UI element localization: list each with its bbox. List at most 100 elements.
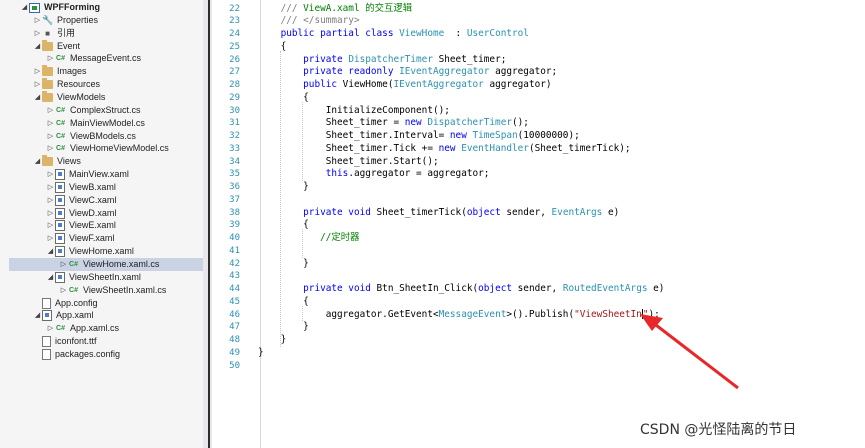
collapsed-arrow-icon[interactable]: ▷	[46, 117, 55, 130]
code-line[interactable]: }	[258, 347, 264, 360]
line-number: 45	[229, 296, 240, 307]
tree-item[interactable]: ▷ MainView.xaml	[0, 168, 203, 181]
code-line[interactable]: Sheet_timer.Start();	[258, 156, 439, 169]
tree-item[interactable]: ◢ ViewSheetIn.xaml	[0, 271, 203, 284]
collapsed-arrow-icon[interactable]: ▷	[59, 284, 68, 297]
code-line[interactable]: private DispatcherTimer Sheet_timer;	[258, 54, 506, 67]
expanded-arrow-icon[interactable]: ◢	[33, 40, 42, 53]
tree-item[interactable]: ▷ 🔧 Properties	[0, 14, 203, 27]
tree-item[interactable]: App.config	[0, 297, 203, 310]
code-line[interactable]: private void Btn_SheetIn_Click(object se…	[258, 283, 664, 296]
code-line[interactable]: Sheet_timer = new DispatcherTimer();	[258, 117, 529, 130]
code-token: aggregator.GetEvent<	[258, 308, 439, 320]
collapsed-arrow-icon[interactable]: ▷	[33, 78, 42, 91]
collapsed-arrow-icon[interactable]: ▷	[46, 322, 55, 335]
line-number: 41	[229, 245, 240, 256]
tree-item[interactable]: ◢ Event	[0, 39, 203, 53]
code-line[interactable]: this.aggregator = aggregator;	[258, 168, 490, 181]
code-token: }	[258, 346, 264, 358]
line-number: 37	[229, 194, 240, 205]
tree-item[interactable]: ◢ ViewHome.xaml	[0, 245, 203, 258]
expanded-arrow-icon[interactable]: ◢	[46, 271, 55, 284]
tree-item[interactable]: ▷ C# ComplexStruct.cs	[0, 104, 203, 117]
code-token: IEventAggregator	[399, 66, 490, 78]
references-icon: ■	[45, 28, 50, 38]
expanded-arrow-icon[interactable]: ◢	[33, 155, 42, 168]
collapsed-arrow-icon[interactable]: ▷	[33, 27, 42, 40]
tree-item[interactable]: ▷ C# ViewHomeViewModel.cs	[0, 142, 203, 155]
code-token: TimeSpan	[472, 130, 518, 141]
code-token: Sheet_timer;	[432, 53, 507, 65]
code-line[interactable]: public partial class ViewHome : UserCont…	[258, 28, 529, 41]
expanded-arrow-icon[interactable]: ◢	[20, 1, 29, 14]
tree-item[interactable]: ▷ ViewB.xaml	[0, 181, 203, 194]
code-line[interactable]: Sheet_timer.Interval= new TimeSpan(10000…	[258, 130, 580, 143]
tree-item[interactable]: ▷ Images	[0, 65, 203, 78]
code-token: private void	[258, 206, 377, 218]
tree-item[interactable]: ▷ ■ 引用	[0, 27, 203, 40]
tree-item[interactable]: ▷ Resources	[0, 78, 203, 91]
code-line[interactable]: Sheet_timer.Tick += new EventHandler(She…	[258, 143, 631, 156]
xaml-file-icon	[55, 181, 65, 193]
code-editor[interactable]: 22 /// ViewA.xaml 的交互逻辑 23 /// </summary>…	[212, 0, 865, 448]
collapsed-arrow-icon[interactable]: ▷	[46, 194, 55, 207]
code-line[interactable]: }	[258, 258, 309, 271]
code-line[interactable]: //定时器	[258, 232, 359, 245]
collapsed-arrow-icon[interactable]: ▷	[46, 52, 55, 65]
code-token: }	[258, 181, 309, 192]
tree-item[interactable]: ◢ WPFForming	[0, 1, 203, 14]
collapsed-arrow-icon[interactable]: ▷	[46, 181, 55, 194]
collapsed-arrow-icon[interactable]: ▷	[46, 130, 55, 143]
code-line[interactable]: InitializeComponent();	[258, 105, 450, 118]
indent-guide	[280, 50, 281, 347]
tree-item[interactable]: packages.config	[0, 348, 203, 361]
tree-item-label: ViewE.xaml	[69, 220, 116, 231]
collapsed-arrow-icon[interactable]: ▷	[46, 104, 55, 117]
tree-item[interactable]: iconfont.ttf	[0, 335, 203, 348]
tree-item[interactable]: ▷ C# ViewSheetIn.xaml.cs	[0, 284, 203, 297]
collapsed-arrow-icon[interactable]: ▷	[46, 207, 55, 220]
code-line[interactable]: private void Sheet_timerTick(object send…	[258, 207, 619, 220]
code-token: private void	[258, 283, 377, 294]
tree-item-label: packages.config	[55, 348, 121, 359]
code-line[interactable]: }	[258, 334, 287, 347]
collapsed-arrow-icon[interactable]: ▷	[46, 219, 55, 232]
tree-item[interactable]: ◢ ViewModels	[0, 90, 203, 104]
code-line[interactable]: /// </summary>	[258, 15, 360, 28]
watermark-text: CSDN @光怪陆离的节日	[640, 422, 797, 438]
tree-item[interactable]: ▷ C# MessageEvent.cs	[0, 52, 203, 65]
line-number: 28	[229, 80, 240, 90]
code-line[interactable]: /// ViewA.xaml 的交互逻辑	[258, 3, 413, 16]
collapsed-arrow-icon[interactable]: ▷	[46, 232, 55, 245]
collapsed-arrow-icon[interactable]: ▷	[33, 14, 42, 27]
code-token: ViewHome	[399, 28, 445, 39]
collapsed-arrow-icon[interactable]: ▷	[33, 65, 42, 78]
code-line[interactable]: public ViewHome(IEventAggregator aggrega…	[258, 79, 551, 92]
collapsed-arrow-icon[interactable]: ▷	[46, 142, 55, 155]
tree-item[interactable]: ▷ ViewC.xaml	[0, 194, 203, 207]
tree-item[interactable]: ▷ C# ViewHome.xaml.cs	[9, 258, 203, 271]
tree-item[interactable]: ▷ ViewF.xaml	[0, 232, 203, 245]
code-line[interactable]: {	[258, 41, 287, 54]
code-line[interactable]: private readonly IEventAggregator aggreg…	[258, 66, 557, 79]
collapsed-arrow-icon[interactable]: ▷	[46, 168, 55, 181]
xaml-file-icon	[55, 207, 65, 219]
tree-item[interactable]: ▷ C# ViewBModels.cs	[0, 130, 203, 143]
expanded-arrow-icon[interactable]: ◢	[33, 309, 42, 322]
tree-item[interactable]: ▷ C# App.xaml.cs	[0, 322, 203, 335]
expanded-arrow-icon[interactable]: ◢	[33, 91, 42, 104]
collapsed-arrow-icon[interactable]: ▷	[59, 258, 68, 271]
code-line[interactable]: }	[258, 321, 309, 334]
tree-item[interactable]: ◢ App.xaml	[0, 309, 203, 322]
line-number: 29	[229, 92, 240, 103]
xaml-file-icon	[55, 271, 65, 283]
tree-item[interactable]: ▷ C# MainViewModel.cs	[0, 117, 203, 130]
code-line[interactable]: aggregator.GetEvent<MessageEvent>().Publ…	[258, 309, 660, 322]
code-line[interactable]: }	[258, 181, 309, 194]
code-token: aggregator;	[489, 66, 558, 78]
tree-item[interactable]: ▷ ViewD.xaml	[0, 207, 203, 220]
solution-explorer: ◢ WPFForming ▷ 🔧 Properties ▷ ■ 引用 ◢ Event ▷ C# Mess…	[0, 0, 203, 448]
tree-item[interactable]: ▷ ViewE.xaml	[0, 219, 203, 232]
expanded-arrow-icon[interactable]: ◢	[46, 245, 55, 258]
tree-item[interactable]: ◢ Views	[0, 155, 203, 168]
